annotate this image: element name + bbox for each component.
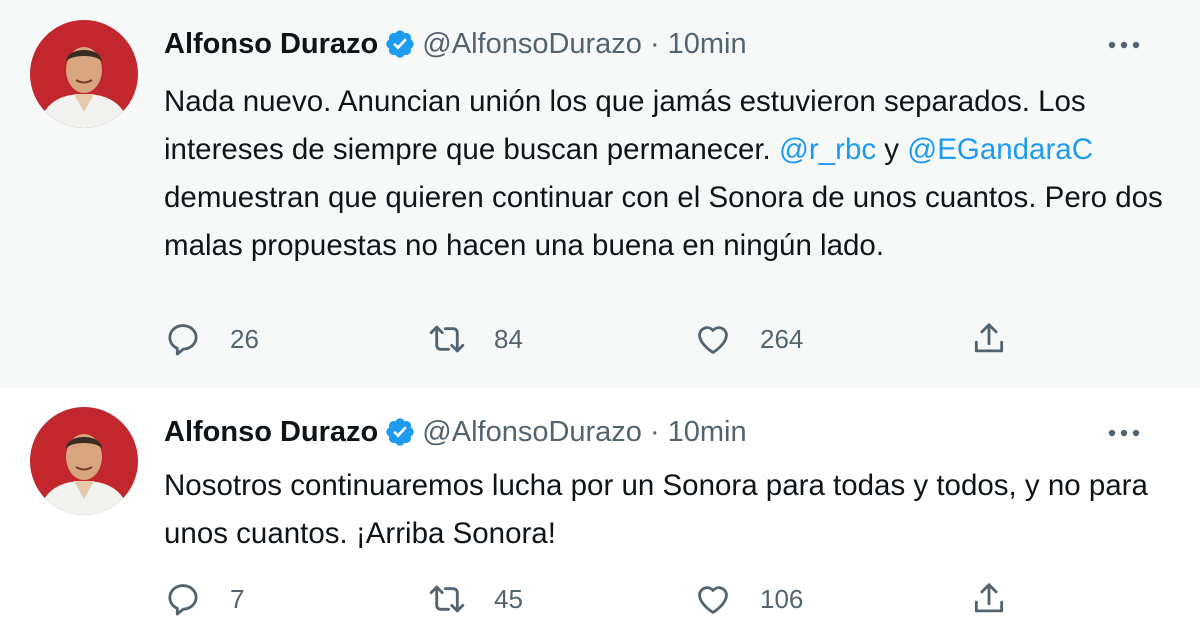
- tweet-timestamp[interactable]: 10min: [668, 416, 747, 449]
- reply-button[interactable]: 7: [164, 578, 244, 620]
- share-icon: [974, 323, 1004, 353]
- mention-link[interactable]: @EGandaraC: [907, 133, 1093, 166]
- verified-badge-icon: [384, 28, 416, 60]
- separator-dot: ·: [649, 415, 660, 448]
- heart-icon: [698, 326, 728, 354]
- author-name[interactable]: Alfonso Durazo: [164, 28, 378, 61]
- reply-count: 7: [230, 583, 245, 614]
- retweet-button[interactable]: 45: [428, 578, 523, 620]
- share-button[interactable]: [970, 318, 1008, 360]
- like-count: 264: [760, 323, 804, 354]
- tweet-2[interactable]: Alfonso Durazo @AlfonsoDurazo · 10min No…: [0, 388, 1200, 642]
- author-handle[interactable]: @AlfonsoDurazo: [422, 416, 642, 449]
- share-button[interactable]: [970, 578, 1008, 620]
- avatar[interactable]: [30, 20, 138, 128]
- author-handle[interactable]: @AlfonsoDurazo: [422, 28, 642, 61]
- tweet-actions: 26 84 264: [164, 318, 1034, 360]
- tweet-1[interactable]: Alfonso Durazo @AlfonsoDurazo · 10min Na…: [0, 0, 1200, 388]
- tweet-text: Nada nuevo. Anuncian unión los que jamás…: [164, 78, 1164, 270]
- more-options-icon[interactable]: [1104, 30, 1144, 60]
- heart-icon: [698, 586, 728, 614]
- mention-link[interactable]: @r_rbc: [779, 133, 876, 166]
- retweet-count: 45: [494, 583, 523, 614]
- share-icon: [974, 583, 1004, 613]
- retweet-count: 84: [494, 323, 523, 354]
- more-options-icon[interactable]: [1104, 418, 1144, 448]
- separator-dot: ·: [649, 27, 660, 60]
- avatar[interactable]: [30, 407, 138, 515]
- like-button[interactable]: 264: [694, 318, 803, 360]
- retweet-icon: [429, 325, 465, 353]
- tweet-text: Nosotros continuaremos lucha por un Sono…: [164, 469, 1148, 550]
- retweet-icon: [429, 585, 465, 613]
- reply-icon: [168, 584, 198, 616]
- retweet-button[interactable]: 84: [428, 318, 523, 360]
- tweet-text-part: demuestran que quieren continuar con el …: [164, 181, 1163, 262]
- tweet-timestamp[interactable]: 10min: [668, 28, 747, 61]
- like-button[interactable]: 106: [694, 578, 803, 620]
- like-count: 106: [760, 583, 804, 614]
- tweet-text-part: y: [876, 133, 908, 166]
- tweet-header: Alfonso Durazo @AlfonsoDurazo · 10min: [164, 414, 747, 450]
- reply-icon: [168, 324, 198, 356]
- tweet-header: Alfonso Durazo @AlfonsoDurazo · 10min: [164, 26, 747, 62]
- profile-photo: [30, 20, 138, 128]
- reply-button[interactable]: 26: [164, 318, 259, 360]
- profile-photo: [30, 407, 138, 515]
- tweet-actions: 7 45 106: [164, 578, 1034, 620]
- verified-badge-icon: [384, 416, 416, 448]
- author-name[interactable]: Alfonso Durazo: [164, 416, 378, 449]
- reply-count: 26: [230, 323, 259, 354]
